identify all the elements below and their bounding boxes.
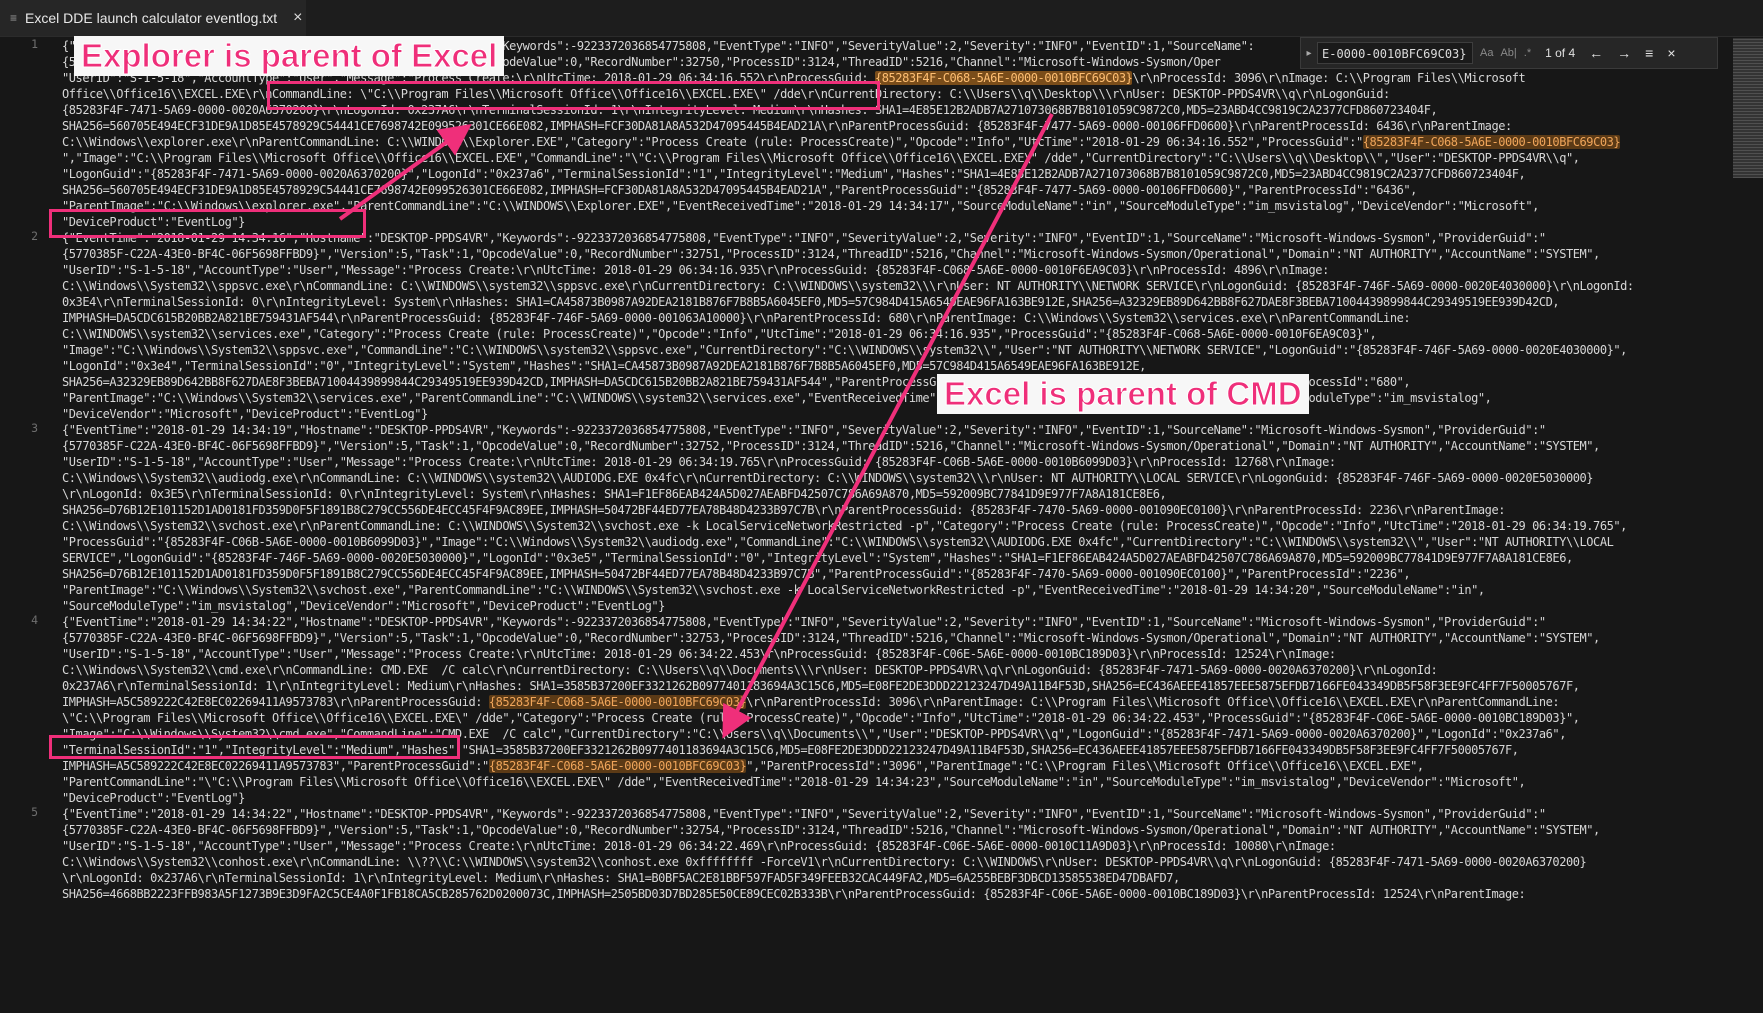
code-text: "DeviceVendor":"Microsoft","DeviceProduc… <box>62 407 428 421</box>
code-text: IMPHASH=DA5CDC615B20BB2A821BE759431AF544… <box>62 311 1411 325</box>
line-number: 5 <box>31 805 38 819</box>
code-text: "LogonGuid":"{85283F4F-7471-5A69-0000-00… <box>62 167 1526 181</box>
code-text: \r\nLogonId: 0x237A6\r\nTerminalSessionI… <box>62 871 1180 885</box>
code-text: "ProcessGuid":"{85283F4F-C06B-5A6E-0000-… <box>62 535 1614 549</box>
code-text: SHA256=D76B12E101152D1AD0181FD359D0F5F18… <box>62 503 1505 517</box>
tab-title: Excel DDE launch calculator eventlog.txt <box>25 10 278 26</box>
code-text: {5770385F-C22A-43E0-BF4C-06F5698FFBD9}",… <box>62 247 1600 261</box>
code-text: {5770385F-C22A-43E0-BF4C-06F5698FFBD9}",… <box>62 631 1600 645</box>
code-text: 0x3E4\r\nTerminalSessionId: 0\r\nIntegri… <box>62 295 1560 309</box>
code-text: "SourceModuleType":"im_msvistalog","Devi… <box>62 599 665 613</box>
find-panel: ▸ E-0000-0010BFC69C03} Aa Ab| .* 1 of 4 … <box>1300 37 1718 69</box>
code-text: \"C:\\Program Files\\Microsoft Office\\O… <box>62 711 1580 725</box>
close-icon[interactable]: × <box>293 9 302 27</box>
code-text: {"EventTime":"2018-01-29 14:34:19","Host… <box>62 423 1546 437</box>
code-text: C:\\Windows\\System32\\cmd.exe\r\nComman… <box>62 663 1438 677</box>
code-row: SHA256=4668BB2223FFB983A5F1273B9E3D9FA2C… <box>62 885 1526 903</box>
code-text: SHA256=4668BB2223FFB983A5F1273B9E3D9FA2C… <box>62 887 1526 901</box>
code-text: 0x237A6\r\nTerminalSessionId: 1\r\nInteg… <box>62 679 1580 693</box>
code-text: "UserID":"S-1-5-18","AccountType":"User"… <box>62 647 1336 661</box>
line-number: 2 <box>31 229 38 243</box>
code-text: {5770385F-C22A-43E0-BF4C-06F5698FFBD9}",… <box>62 823 1600 837</box>
code-text: "DeviceProduct":"EventLog"} <box>62 215 245 229</box>
previous-match-icon[interactable]: ← <box>1589 45 1603 61</box>
code-text: ","ParentProcessId":"3096","ParentImage"… <box>746 759 1424 773</box>
vertical-scrollbar[interactable] <box>1756 38 1763 1013</box>
code-text: "TerminalSessionId":"1","IntegrityLevel"… <box>62 743 1519 757</box>
code-text: "LogonId":"0x3e4","TerminalSessionId":"0… <box>62 359 1146 373</box>
code-text: SHA256=D76B12E101152D1AD0181FD359D0F5F18… <box>62 567 1411 581</box>
code-text: "UserID":"S-1-5-18","AccountType":"User"… <box>62 263 1329 277</box>
code-text: Office\\Office16\\EXCEL.EXE\r\nCommandLi… <box>62 87 1390 101</box>
find-expand-icon[interactable]: ▸ <box>1301 48 1317 59</box>
code-text: {85283F4F-7471-5A69-0000-0020A6370200}\r… <box>62 103 1438 117</box>
find-match: {85283F4F-C068-5A6E-0000-0010BFC69C03} <box>488 759 747 773</box>
annotation-explorer-parent: Explorer is parent of Excel <box>74 36 505 76</box>
line-number: 3 <box>31 421 38 435</box>
line-number: 1 <box>31 37 38 51</box>
whole-word-toggle[interactable]: Ab| <box>1500 47 1516 59</box>
code-text: SHA256=560705E494ECF31DE9A1D85E4578929C5… <box>62 119 1512 133</box>
code-text: C:\\Windows\\System32\\svchost.exe\r\nPa… <box>62 519 1627 533</box>
match-count: 1 of 4 <box>1545 46 1576 60</box>
code-text: "ParentImage":"C:\\Windows\\System32\\sv… <box>62 583 1485 597</box>
code-text: C:\\Windows\\System32\\conhost.exe\r\nCo… <box>62 855 1587 869</box>
find-match: {85283F4F-C068-5A6E-0000-0010BFC69C03} <box>488 695 747 709</box>
close-find-icon[interactable]: × <box>1667 45 1675 61</box>
select-all-matches-icon[interactable]: ≡ <box>1645 45 1653 61</box>
find-input[interactable]: E-0000-0010BFC69C03} <box>1317 42 1473 64</box>
code-text: C:\\Windows\\System32\\audiodg.exe\r\nCo… <box>62 471 1594 485</box>
code-text: C:\\WINDOWS\\system32\\services.exe","Ca… <box>62 327 1377 341</box>
line-number-gutter: 1 2 3 4 5 <box>0 37 52 1013</box>
find-match: {85283F4F-C068-5A6E-0000-0010BFC69C03} <box>1362 135 1621 149</box>
editor-pane[interactable]: 1 2 3 4 5 {"EventTime":"2018-01-29 14:34… <box>0 37 1763 1013</box>
code-text: SERVICE","LogonGuid":"{85283F4F-746F-5A6… <box>62 551 1573 565</box>
code-text: IMPHASH=A5C589222C42E8EC02269411A9573783… <box>62 695 489 709</box>
code-text: "UserID":"S-1-5-18","AccountType":"User"… <box>62 839 1336 853</box>
line-number: 4 <box>31 613 38 627</box>
code-text: {"EventTime":"2018-01-29 14:34:16","Host… <box>62 231 1546 245</box>
code-text: \r\nParentProcessId: 3096\r\nParentImage… <box>746 695 1560 709</box>
code-text: "Image":"C:\\Windows\\System32\\sppsvc.e… <box>62 343 1627 357</box>
next-match-icon[interactable]: → <box>1617 45 1631 61</box>
tab-bar: ≡ Excel DDE launch calculator eventlog.t… <box>0 0 1763 37</box>
code-text: "UserID":"S-1-5-18","AccountType":"User"… <box>62 455 1336 469</box>
tab-eventlog[interactable]: ≡ Excel DDE launch calculator eventlog.t… <box>0 0 306 36</box>
code-text: IMPHASH=A5C589222C42E8EC02269411A9573783… <box>62 759 489 773</box>
code-text: "ParentImage":"C:\\Windows\\explorer.exe… <box>62 199 1539 213</box>
tab-menu-icon[interactable]: ≡ <box>10 11 17 25</box>
code-text: {"EventTime":"2018-01-29 14:34:22","Host… <box>62 807 1546 821</box>
code-text: SHA256=560705E494ECF31DE9A1D85E4578929C5… <box>62 183 1417 197</box>
code-text: C:\\Windows\\explorer.exe\r\nParentComma… <box>62 135 1363 149</box>
regex-toggle[interactable]: .* <box>1524 47 1531 59</box>
code-text: {"EventTime":"2018-01-29 14:34:22","Host… <box>62 615 1546 629</box>
find-match-current: {85283F4F-C068-5A6E-0000-0010BFC69C03} <box>874 71 1133 85</box>
code-text: "Image":"C:\\Windows\\System32\\cmd.exe"… <box>62 727 1566 741</box>
code-text: \r\nProcessId: 3096\r\nImage: C:\\Progra… <box>1132 71 1526 85</box>
code-text: \r\nLogonId: 0x3E5\r\nTerminalSessionId:… <box>62 487 1167 501</box>
code-text: {5770385F-C22A-43E0-BF4C-06F5698FFBD9}",… <box>62 439 1600 453</box>
code-row: "ParentCommandLine":"\"C:\\Program Files… <box>62 773 1526 791</box>
code-row: "ParentImage":"C:\\Windows\\explorer.exe… <box>62 197 1539 215</box>
match-case-toggle[interactable]: Aa <box>1480 47 1493 59</box>
code-text: "ParentCommandLine":"\"C:\\Program Files… <box>62 775 1526 789</box>
code-text: "DeviceProduct":"EventLog"} <box>62 791 245 805</box>
code-text: C:\\Windows\\System32\\sppsvc.exe\r\nCom… <box>62 279 1634 293</box>
annotation-excel-parent: Excel is parent of CMD <box>937 374 1309 414</box>
code-text: ","Image":"C:\\Program Files\\Microsoft … <box>62 151 1580 165</box>
